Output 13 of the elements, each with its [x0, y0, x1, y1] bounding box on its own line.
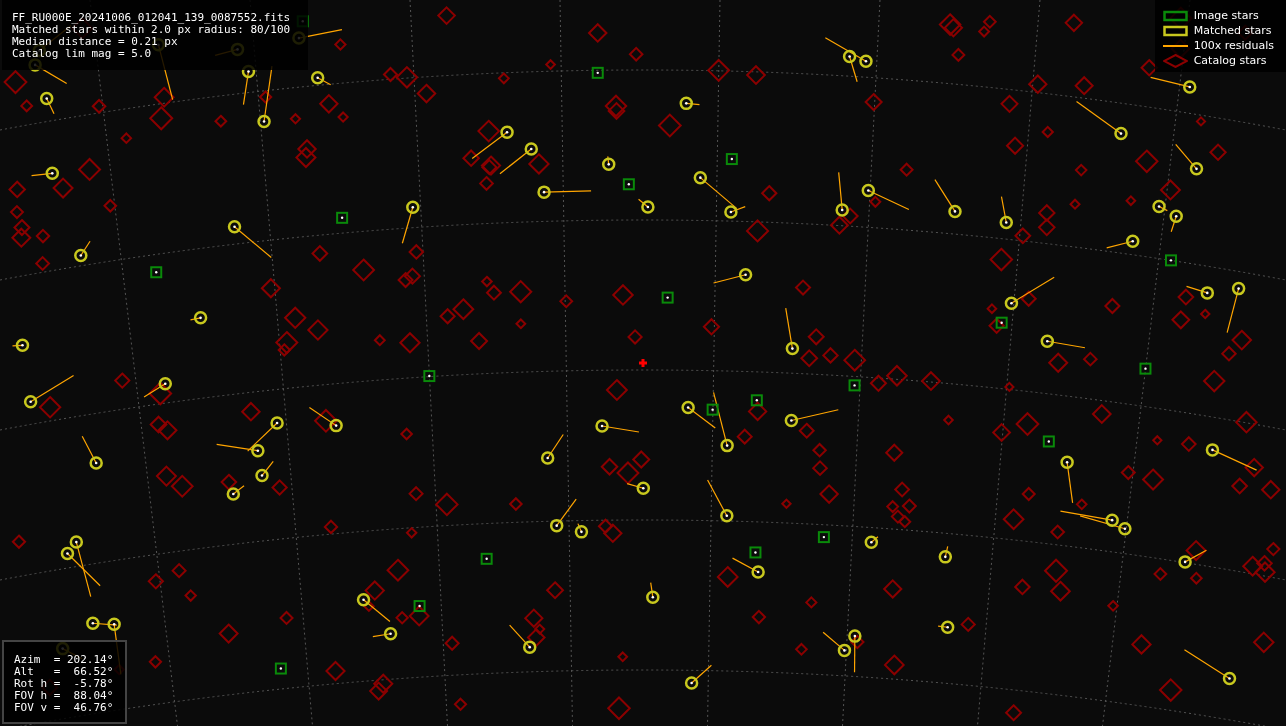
legend-label: 100x residuals [1193, 39, 1274, 52]
info-text: Alt = 66.52° [14, 666, 114, 678]
info-text: FF_RU000E_20241006_012041_139_0087552.fits [12, 12, 291, 24]
info-text: Azim = 202.14° [14, 654, 114, 666]
legend-label: Matched stars [1193, 24, 1272, 37]
info-text: Catalog lim mag = 5.0 [12, 48, 153, 60]
legend-label: Image stars [1193, 9, 1259, 22]
info-text: FOV h = 88.04° [14, 690, 114, 702]
info-text: Rot h = -5.78° [14, 678, 114, 690]
legend-label: Catalog stars [1193, 54, 1267, 67]
info-text: FOV v = 46.76° [14, 702, 114, 714]
info-text: Median distance = 0.21 px [12, 36, 179, 48]
info-text: Matched stars within 2.0 px radius: 80/100 [12, 24, 291, 36]
